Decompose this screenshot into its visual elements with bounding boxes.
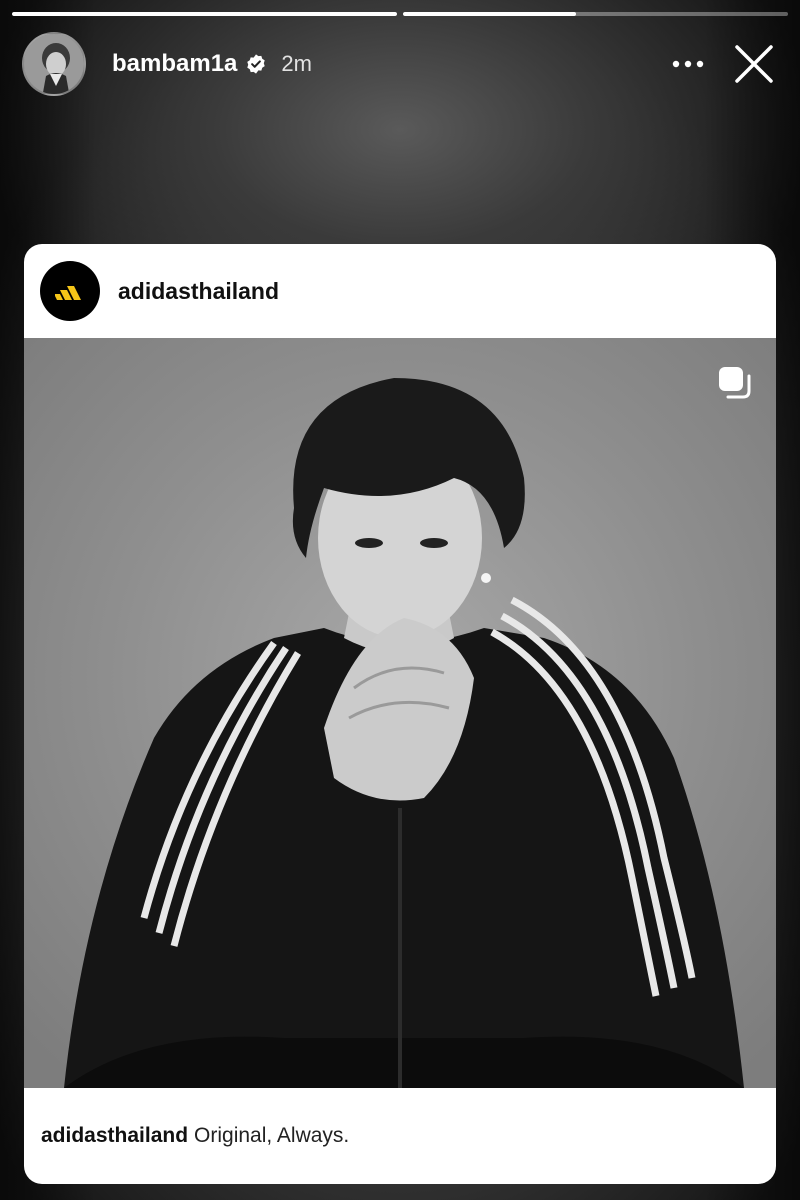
- story-header: bambam1a 2m: [22, 30, 782, 98]
- close-icon: [735, 45, 773, 83]
- shared-post-caption: adidasthailand Original, Always.: [24, 1088, 776, 1184]
- carousel-multiple-icon: [719, 367, 751, 399]
- progress-fill: [12, 12, 397, 16]
- avatar[interactable]: [22, 32, 86, 96]
- more-options-button[interactable]: [660, 36, 716, 92]
- shared-post-account[interactable]: adidasthailand: [118, 278, 279, 305]
- progress-fill: [403, 12, 577, 16]
- story-progress-bar: [12, 12, 788, 16]
- story-viewer[interactable]: bambam1a 2m adidasthailand adidasthailan…: [0, 0, 800, 1200]
- caption-username[interactable]: adidasthailand: [41, 1124, 188, 1148]
- adidas-logo-icon[interactable]: [40, 261, 100, 321]
- story-timestamp: 2m: [281, 51, 312, 76]
- post-photo: [64, 378, 744, 1088]
- progress-segment: [403, 12, 788, 16]
- caption-text: Original, Always.: [194, 1124, 350, 1147]
- shared-post-card[interactable]: adidasthailand adidasthailand Original, …: [24, 244, 776, 1184]
- more-horizontal-icon: [672, 60, 704, 68]
- verified-badge-icon: [247, 54, 266, 74]
- shared-post-header: adidasthailand: [24, 244, 776, 338]
- close-button[interactable]: [726, 36, 782, 92]
- story-username[interactable]: bambam1a: [112, 50, 237, 78]
- progress-segment: [12, 12, 397, 16]
- shared-post-image[interactable]: [24, 338, 776, 1088]
